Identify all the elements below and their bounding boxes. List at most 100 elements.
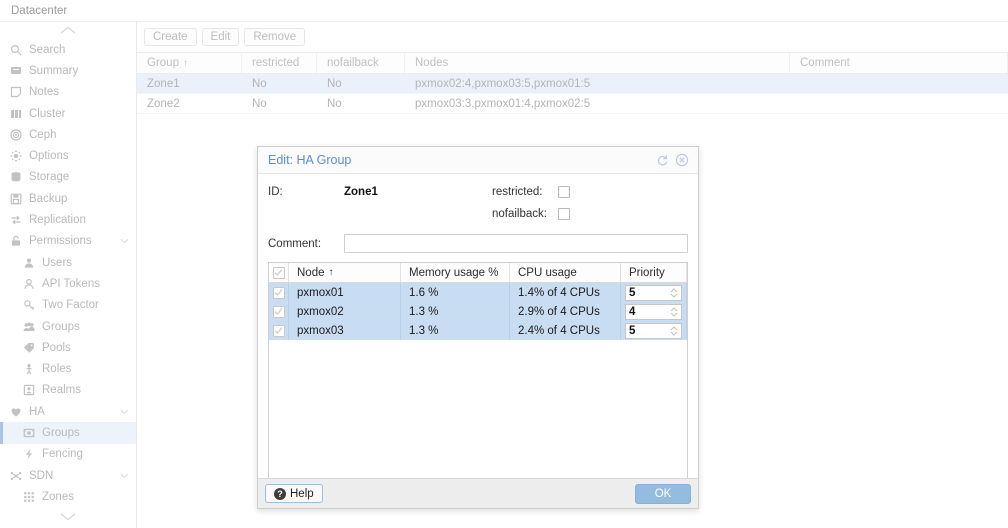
sidebar-item-label: API Tokens (42, 278, 100, 290)
help-button-label: Help (290, 488, 314, 500)
node-row-checkbox[interactable] (273, 306, 285, 318)
node-selection-grid: Node ↑ Memory usage % CPU usage Priority… (268, 262, 688, 482)
sidebar-item-label: Two Factor (42, 299, 99, 311)
create-button[interactable]: Create (144, 28, 197, 46)
sidebar-item-label: Permissions (29, 235, 92, 247)
column-header-restricted[interactable]: restricted (242, 53, 317, 73)
dialog-footer: ? Help OK (258, 478, 698, 508)
node-column-header-node[interactable]: Node ↑ (289, 263, 401, 282)
column-header-group[interactable]: Group ↑ (137, 53, 242, 73)
sidebar-item-groups[interactable]: Groups (0, 422, 136, 443)
chevron-down-icon[interactable] (120, 406, 129, 418)
sidebar-item-replication[interactable]: Replication (0, 209, 136, 230)
backup-icon (9, 192, 23, 205)
sidebar-item-label: Groups (42, 427, 80, 439)
column-header-nofailback[interactable]: nofailback (317, 53, 405, 73)
node-column-header-cpu[interactable]: CPU usage (510, 263, 621, 282)
edit-ha-group-dialog: Edit: HA Group ID: Zone1 restricted: (257, 146, 699, 509)
zones-icon (22, 490, 36, 503)
sidebar-item-api-tokens[interactable]: API Tokens (0, 273, 136, 294)
sidebar-item-search[interactable]: Search (0, 39, 136, 60)
grid-toolbar: Create Edit Remove (137, 22, 1008, 53)
chevron-down-icon[interactable] (120, 470, 129, 482)
sidebar-scroll-up-chevron-icon[interactable] (0, 22, 136, 39)
sidebar-item-label: Groups (42, 321, 80, 333)
select-all-checkbox[interactable] (273, 267, 285, 279)
priority-cell[interactable]: 5 (621, 283, 687, 302)
api-token-icon (22, 277, 36, 290)
sidebar-item-storage[interactable]: Storage (0, 167, 136, 188)
sidebar-item-label: Summary (29, 65, 78, 77)
remove-button[interactable]: Remove (244, 28, 305, 46)
sidebar-item-cluster[interactable]: Cluster (0, 103, 136, 124)
sidebar-scroll-down-chevron-icon[interactable] (0, 508, 136, 525)
help-button[interactable]: ? Help (265, 484, 323, 503)
sort-ascending-icon: ↑ (183, 58, 188, 69)
cell-group: Zone2 (137, 94, 242, 113)
ok-button[interactable]: OK (635, 484, 691, 504)
priority-stepper[interactable]: 5 (625, 285, 682, 301)
priority-cell[interactable]: 4 (621, 302, 687, 321)
node-row[interactable]: pxmox031.3 %2.4% of 4 CPUs5 (269, 321, 687, 340)
groups-icon (22, 320, 36, 333)
node-row-checkbox-cell[interactable] (269, 302, 289, 321)
close-circle-icon[interactable] (673, 151, 691, 169)
node-column-header-priority[interactable]: Priority (621, 263, 687, 282)
sidebar-item-users[interactable]: Users (0, 252, 136, 273)
spinner-arrows-icon[interactable] (670, 288, 678, 298)
comment-input[interactable] (344, 234, 688, 253)
sidebar-item-summary[interactable]: Summary (0, 60, 136, 81)
sidebar-item-ceph[interactable]: Ceph (0, 124, 136, 145)
breadcrumb-datacenter[interactable]: Datacenter (11, 5, 67, 17)
edit-button[interactable]: Edit (202, 28, 240, 46)
sidebar-item-label: SDN (29, 470, 53, 482)
ceph-icon (9, 128, 23, 141)
node-select-all-header[interactable] (269, 263, 289, 282)
sidebar-item-ha[interactable]: HA (0, 401, 136, 422)
sidebar-item-pools[interactable]: Pools (0, 337, 136, 358)
memory-usage-cell: 1.3 % (401, 321, 510, 340)
node-row-checkbox[interactable] (273, 325, 285, 337)
sidebar-item-two-factor[interactable]: Two Factor (0, 295, 136, 316)
sidebar-item-label: Replication (29, 214, 86, 226)
sidebar-item-permissions[interactable]: Permissions (0, 231, 136, 252)
cell-nodes: pxmox03:3,pxmox01:4,pxmox02:5 (405, 94, 790, 113)
node-column-header-memory[interactable]: Memory usage % (401, 263, 510, 282)
table-row[interactable]: Zone1NoNopxmox02:4,pxmox03:5,pxmox01:5 (137, 74, 1008, 94)
cpu-usage-cell: 1.4% of 4 CPUs (510, 283, 621, 302)
sidebar-item-options[interactable]: Options (0, 145, 136, 166)
node-row[interactable]: pxmox021.3 %2.9% of 4 CPUs4 (269, 302, 687, 321)
dialog-title-bar: Edit: HA Group (258, 147, 698, 174)
cpu-usage-cell: 2.9% of 4 CPUs (510, 302, 621, 321)
priority-cell[interactable]: 5 (621, 321, 687, 340)
column-header-nodes[interactable]: Nodes (405, 53, 790, 73)
sidebar-item-sdn[interactable]: SDN (0, 465, 136, 486)
reset-icon[interactable] (653, 151, 671, 169)
restricted-checkbox[interactable] (558, 186, 570, 198)
cell-restricted: No (242, 94, 317, 113)
proxmox-ui-root: Datacenter Search Summary NotesClusterCeph… (0, 0, 1008, 528)
sidebar-item-groups[interactable]: Groups (0, 316, 136, 337)
comment-label: Comment: (268, 238, 344, 250)
priority-stepper[interactable]: 5 (625, 323, 682, 339)
node-row-checkbox-cell[interactable] (269, 321, 289, 340)
sidebar-item-label: Pools (42, 342, 71, 354)
sidebar-item-zones[interactable]: Zones (0, 486, 136, 507)
sidebar-item-notes[interactable]: Notes (0, 82, 136, 103)
chevron-down-icon[interactable] (120, 235, 129, 247)
priority-stepper[interactable]: 4 (625, 304, 682, 320)
node-row-checkbox-cell[interactable] (269, 283, 289, 302)
sidebar-item-backup[interactable]: Backup (0, 188, 136, 209)
sidebar-item-fencing[interactable]: Fencing (0, 444, 136, 465)
sidebar-item-roles[interactable]: Roles (0, 358, 136, 379)
table-row[interactable]: Zone2NoNopxmox03:3,pxmox01:4,pxmox02:5 (137, 94, 1008, 114)
spinner-arrows-icon[interactable] (670, 307, 678, 317)
sidebar-item-realms[interactable]: Realms (0, 380, 136, 401)
node-row-checkbox[interactable] (273, 287, 285, 299)
column-header-comment[interactable]: Comment (790, 53, 1008, 73)
node-row[interactable]: pxmox011.6 %1.4% of 4 CPUs5 (269, 283, 687, 302)
spinner-arrows-icon[interactable] (670, 326, 678, 336)
sidebar-item-label: Users (42, 257, 72, 269)
nofailback-checkbox[interactable] (558, 208, 570, 220)
user-icon (22, 256, 36, 269)
